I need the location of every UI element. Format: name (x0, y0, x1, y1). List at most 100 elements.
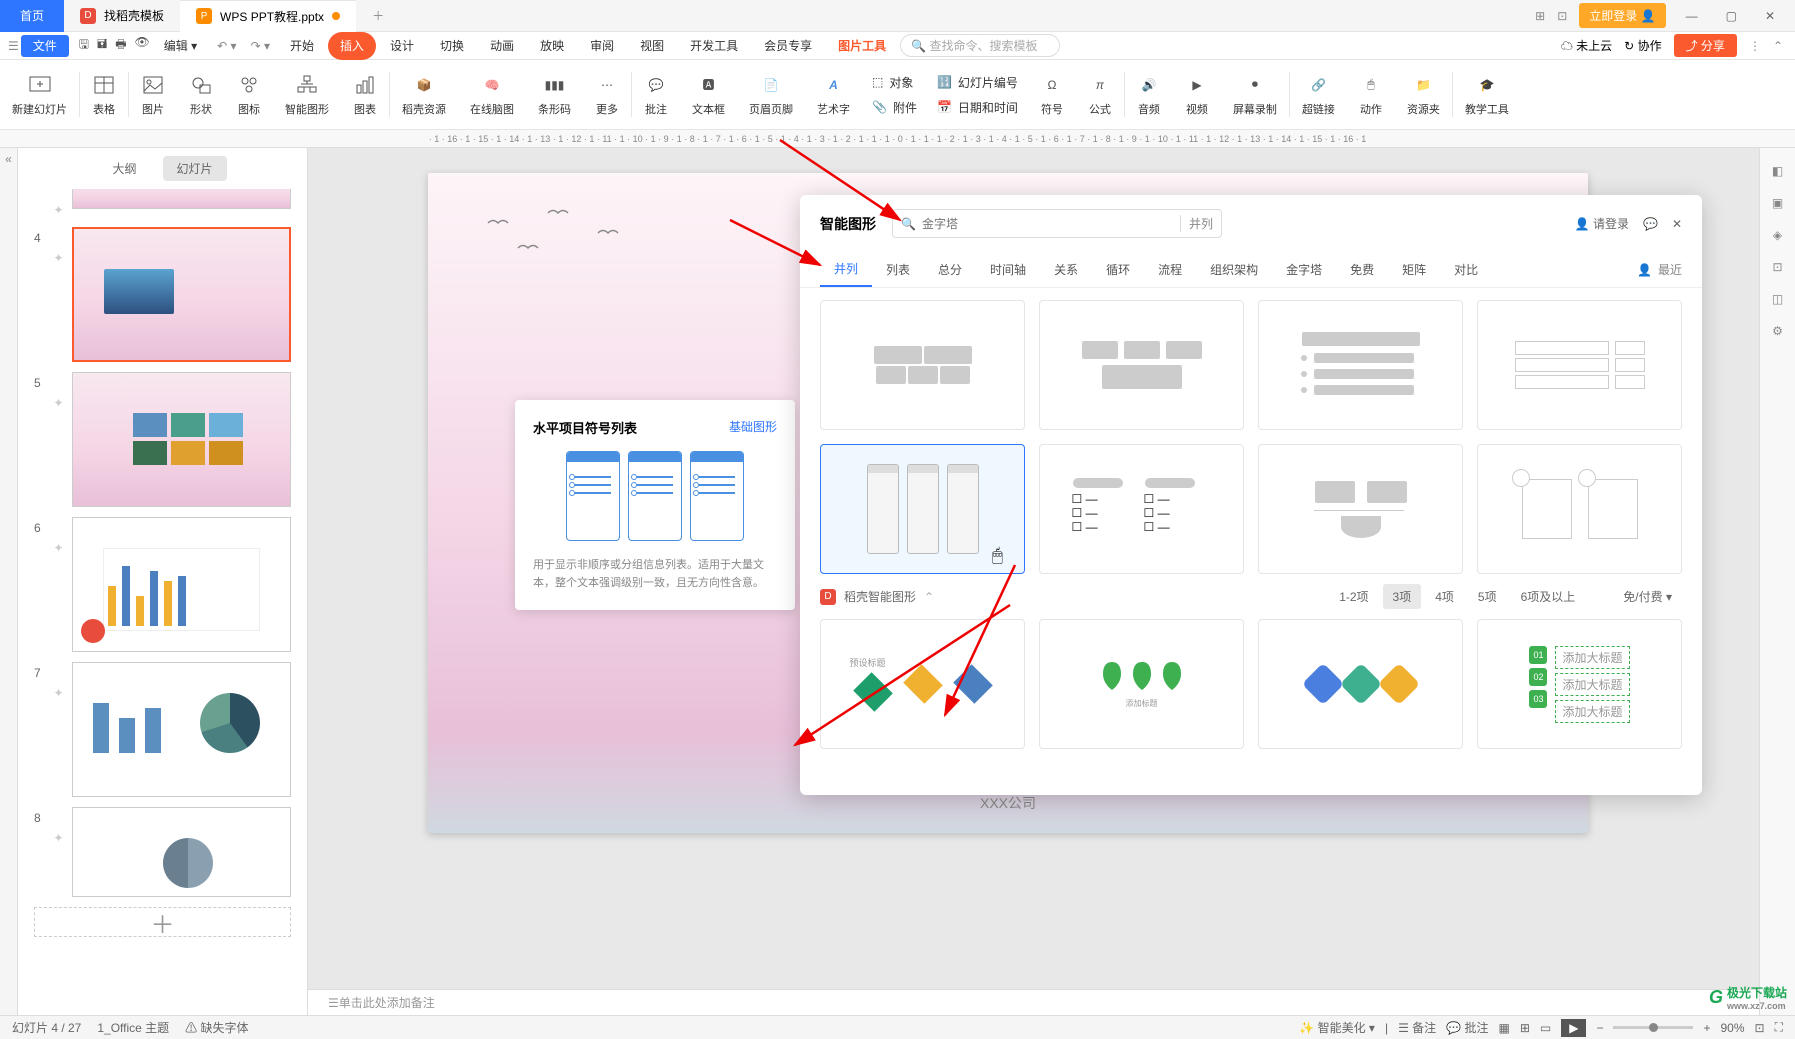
ribbon-symbol[interactable]: Ω符号 (1028, 64, 1076, 125)
undo-icon[interactable]: ↶ ▾ (211, 39, 242, 53)
graphic-option-6[interactable]: ☐ —☐ —☐ —☐ —☐ —☐ — (1039, 444, 1244, 574)
search-category-filter[interactable]: 并列 (1180, 215, 1213, 232)
save-as-icon[interactable]: 🖬 (97, 35, 107, 56)
template-2[interactable]: 添加标题 (1039, 619, 1244, 749)
ribbon-teaching[interactable]: 🎓教学工具 (1453, 64, 1521, 125)
menu-start[interactable]: 开始 (278, 32, 326, 60)
view-reading-icon[interactable]: ▭ (1540, 1021, 1551, 1035)
dialog-close-icon[interactable]: ✕ (1672, 217, 1682, 231)
chip-6plus[interactable]: 6项及以上 (1511, 584, 1586, 609)
popup-tab-relation[interactable]: 关系 (1040, 253, 1092, 286)
panel-tab-slides[interactable]: 幻灯片 (163, 156, 227, 181)
popup-recent[interactable]: 👤 最近 (1637, 261, 1682, 278)
popup-tab-total[interactable]: 总分 (924, 253, 976, 286)
window-layout-icon[interactable]: ⊞ (1535, 9, 1545, 23)
dialog-feedback-icon[interactable]: 💬 (1643, 217, 1658, 231)
sidebar-design-icon[interactable]: ◫ (1772, 292, 1783, 306)
ribbon-comment[interactable]: 💬批注 (632, 64, 680, 125)
panel-tab-outline[interactable]: 大纲 (98, 156, 150, 181)
ribbon-action[interactable]: 🖱动作 (1347, 64, 1395, 125)
menu-animation[interactable]: 动画 (478, 32, 526, 60)
graphic-option-1[interactable] (820, 300, 1025, 430)
popup-tab-free[interactable]: 免费 (1336, 253, 1388, 286)
ribbon-more[interactable]: ⋯更多 (583, 64, 631, 125)
popup-tab-cycle[interactable]: 循环 (1092, 253, 1144, 286)
ribbon-formula[interactable]: π公式 (1076, 64, 1124, 125)
sidebar-animation-icon[interactable]: ◈ (1773, 228, 1782, 242)
sidebar-transition-icon[interactable]: ⊡ (1772, 260, 1782, 274)
expand-icon[interactable]: ⌃ (1773, 39, 1783, 53)
status-theme[interactable]: 1_Office 主题 (97, 1019, 169, 1036)
slide-thumb-3[interactable] (72, 189, 291, 209)
zoom-slider[interactable] (1613, 1026, 1693, 1029)
ribbon-screenrec[interactable]: ⏺屏幕录制 (1221, 64, 1289, 125)
menu-picture-tools[interactable]: 图片工具 (826, 32, 898, 60)
ribbon-table[interactable]: 表格 (80, 64, 128, 125)
print-icon[interactable]: 🖶 (115, 35, 126, 56)
ribbon-resource2[interactable]: 📁资源夹 (1395, 64, 1452, 125)
zoom-in[interactable]: + (1703, 1021, 1710, 1035)
save-icon[interactable]: 🖫 (79, 35, 89, 56)
popup-tab-matrix[interactable]: 矩阵 (1388, 253, 1440, 286)
menu-transition[interactable]: 切换 (428, 32, 476, 60)
ribbon-datetime[interactable]: 📅 日期和时间 (935, 97, 1020, 118)
graphic-option-7[interactable] (1258, 444, 1463, 574)
status-beautify[interactable]: ✨ 智能美化 ▾ (1299, 1019, 1375, 1036)
menu-icon[interactable]: ☰ (8, 39, 19, 53)
ribbon-mindmap[interactable]: 🧠在线脑图 (458, 64, 526, 125)
dialog-search[interactable]: 🔍 并列 (892, 209, 1222, 238)
status-comments[interactable]: 💬 批注 (1446, 1019, 1488, 1036)
more-menu-icon[interactable]: ⋮ (1749, 39, 1761, 53)
ribbon-picture[interactable]: 图片 (129, 64, 177, 125)
ribbon-shape[interactable]: 形状 (177, 64, 225, 125)
minimize-button[interactable]: — (1678, 9, 1706, 23)
slide-thumb-8[interactable] (72, 807, 291, 897)
slide-thumb-4[interactable] (72, 227, 292, 362)
popup-tab-org[interactable]: 组织架构 (1196, 253, 1272, 286)
menu-design[interactable]: 设计 (378, 32, 426, 60)
ribbon-slidenum[interactable]: 🔢 幻灯片编号 (935, 72, 1020, 93)
sidebar-settings-icon[interactable]: ⚙ (1772, 324, 1783, 338)
ribbon-smart[interactable]: 智能图形 (273, 64, 341, 125)
graphic-option-8[interactable] (1477, 444, 1682, 574)
preview-icon[interactable]: 👁 (135, 35, 150, 56)
apps-icon[interactable]: ⊡ (1557, 9, 1567, 23)
view-sorter-icon[interactable]: ⊞ (1520, 1021, 1530, 1035)
tab-add[interactable]: ＋ (356, 0, 400, 32)
redo-icon[interactable]: ↷ ▾ (245, 39, 276, 53)
collapse-panel[interactable]: « (0, 148, 18, 1015)
dialog-login[interactable]: 👤 请登录 (1575, 215, 1629, 232)
sidebar-graphic-icon[interactable]: ◧ (1772, 164, 1783, 178)
ribbon-hyperlink[interactable]: 🔗超链接 (1290, 64, 1347, 125)
notes-area[interactable]: ☰ 单击此处添加备注 (308, 989, 1759, 1015)
menu-devtools[interactable]: 开发工具 (678, 32, 750, 60)
maximize-button[interactable]: ▢ (1718, 9, 1745, 23)
chip-3[interactable]: 3项 (1383, 584, 1422, 609)
zoom-out[interactable]: − (1596, 1021, 1603, 1035)
fullscreen-icon[interactable]: ⛶ (1775, 1020, 1783, 1035)
tab-document[interactable]: P WPS PPT教程.pptx (180, 0, 356, 32)
status-fonts[interactable]: ⚠ 缺失字体 (185, 1019, 248, 1036)
menu-insert[interactable]: 插入 (328, 32, 376, 60)
ribbon-chart[interactable]: 图表 (341, 64, 389, 125)
close-button[interactable]: ✕ (1757, 9, 1783, 23)
menu-edit[interactable]: 编辑 ▾ (152, 32, 209, 60)
login-button[interactable]: 立即登录 👤 (1579, 3, 1665, 28)
popup-tab-parallel[interactable]: 并列 (820, 252, 872, 287)
ribbon-video[interactable]: ▶视频 (1173, 64, 1221, 125)
ribbon-header[interactable]: 📄页眉页脚 (737, 64, 805, 125)
ribbon-barcode[interactable]: ▮▮▮条形码 (526, 64, 583, 125)
tab-templates[interactable]: D 找稻壳模板 (64, 0, 180, 32)
dialog-search-input[interactable] (922, 217, 1174, 231)
ribbon-new-slide[interactable]: 新建幻灯片 (0, 64, 79, 125)
ribbon-icon[interactable]: 图标 (225, 64, 273, 125)
menu-show[interactable]: 放映 (528, 32, 576, 60)
ribbon-wordart[interactable]: A艺术字 (805, 64, 862, 125)
popup-tab-process[interactable]: 流程 (1144, 253, 1196, 286)
coop-button[interactable]: ↻ 协作 (1624, 37, 1661, 54)
view-slideshow-icon[interactable]: ▶ (1561, 1019, 1586, 1037)
popup-tab-compare[interactable]: 对比 (1440, 253, 1492, 286)
graphic-option-2[interactable] (1039, 300, 1244, 430)
template-4[interactable]: 010203添加大标题添加大标题添加大标题 (1477, 619, 1682, 749)
slide-thumb-5[interactable] (72, 372, 291, 507)
